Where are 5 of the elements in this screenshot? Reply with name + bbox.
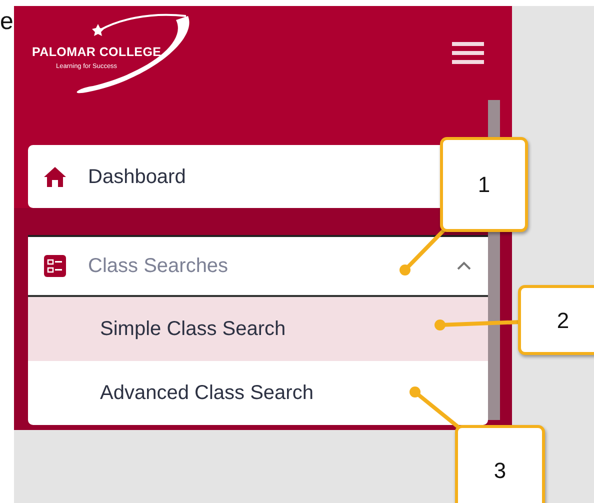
logo-text: PALOMAR COLLEGE xyxy=(32,44,162,61)
callout-tooltip: 2 xyxy=(518,285,594,355)
callout-tooltip: 3 xyxy=(455,425,545,503)
callout-tooltip: 1 xyxy=(440,137,528,232)
partial-text: e xyxy=(0,10,14,34)
